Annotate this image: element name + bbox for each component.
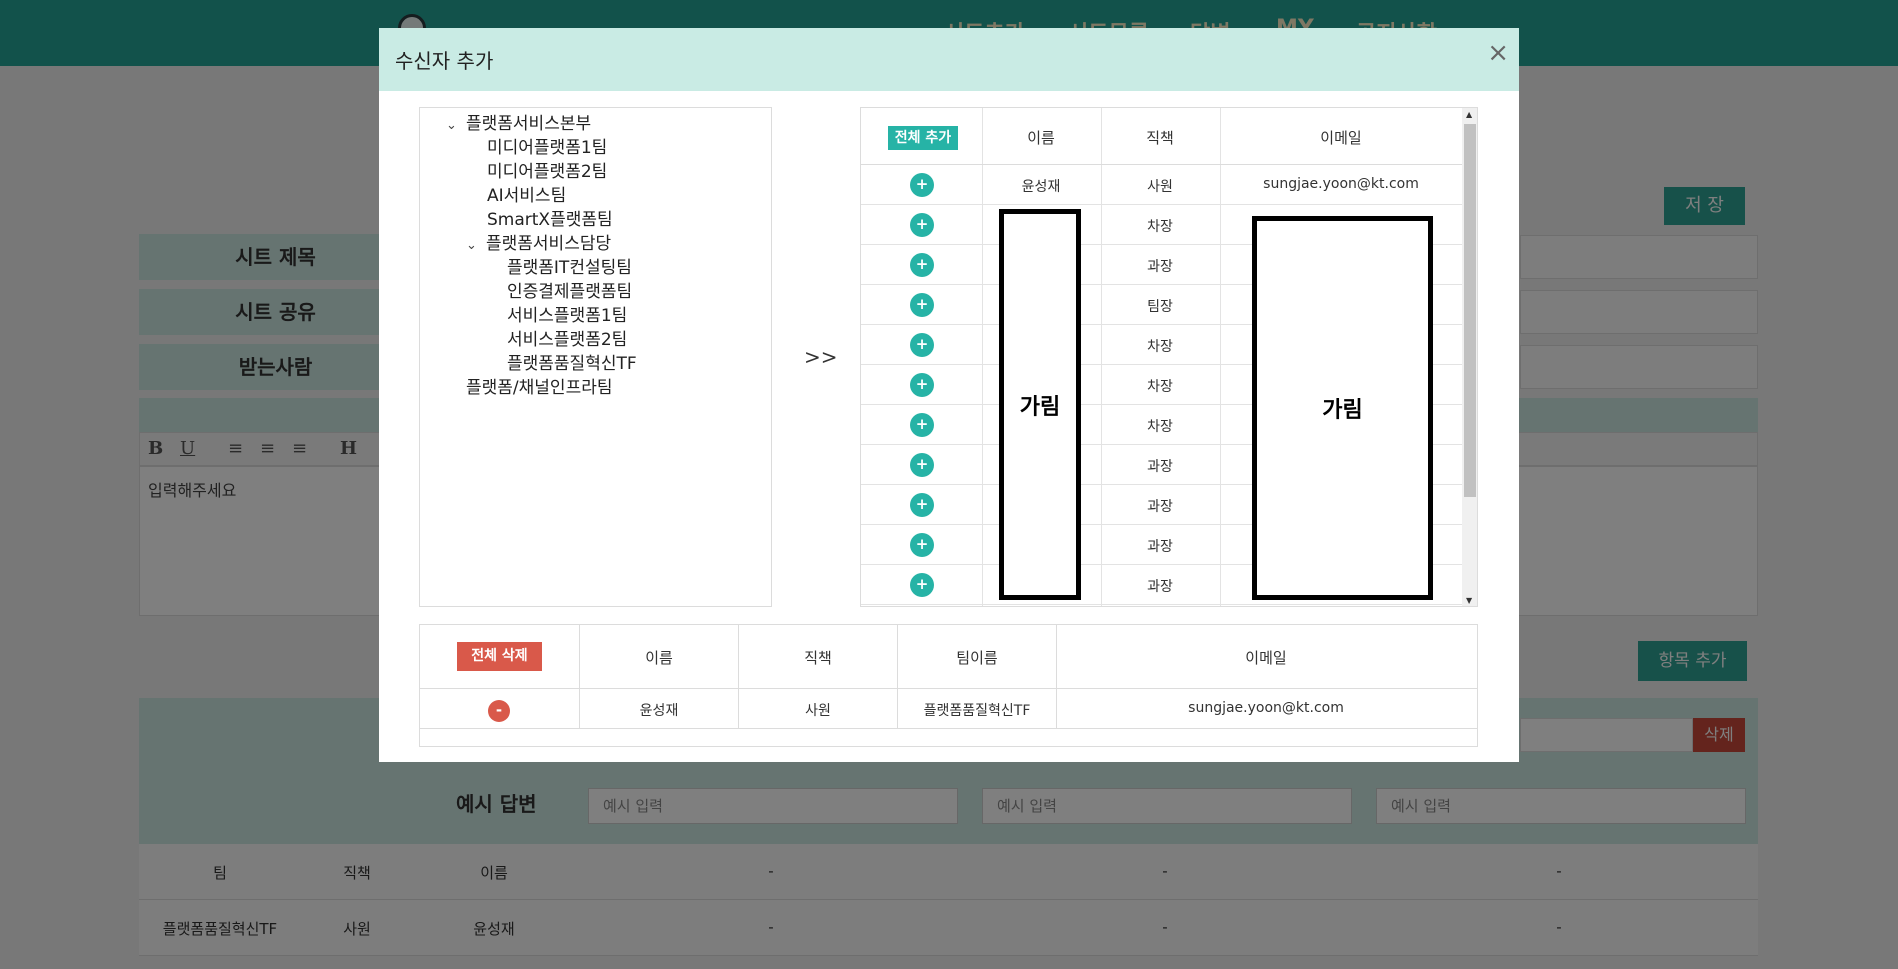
tree-node-smartx-platform[interactable]: SmartX플랫폼팀 <box>487 205 613 230</box>
add-all-button[interactable]: 전체 추가 <box>888 126 958 150</box>
candidate-email: sungjae.yoon@kt.com <box>1263 176 1419 192</box>
candidate-header-row: 전체 추가 이름 직책 이메일 <box>861 108 1462 165</box>
candidate-position: 과장 <box>1147 499 1173 515</box>
add-recipient-button[interactable]: + <box>910 573 934 597</box>
candidate-position: 차장 <box>1147 339 1173 355</box>
tree-node-platform-it-consulting[interactable]: 플랫폼IT컨설팅팀 <box>507 253 632 278</box>
add-recipient-button[interactable]: + <box>910 533 934 557</box>
add-recipient-button[interactable]: + <box>910 493 934 517</box>
selected-recipients-table: 전체 삭제 이름 직책 팀이름 이메일 - 윤성재 사원 플랫폼품질혁신TF s… <box>419 624 1478 747</box>
candidate-row: + 윤성재 사원 sungjae.yoon@kt.com <box>861 165 1462 205</box>
tree-node-media-platform-2[interactable]: 미디어플랫폼2팀 <box>487 157 607 182</box>
add-recipient-button[interactable]: + <box>910 293 934 317</box>
add-recipient-button[interactable]: + <box>910 213 934 237</box>
tree-node-platform-channel-infra[interactable]: 플랫폼/채널인프라팀 <box>466 373 613 398</box>
close-icon[interactable]: × <box>1487 38 1509 68</box>
scroll-thumb[interactable] <box>1464 124 1476 497</box>
org-tree: ⌄ 플랫폼서비스본부 미디어플랫폼1팀 미디어플랫폼2팀 AI서비스팀 Smart… <box>419 107 772 607</box>
selected-team: 플랫폼품질혁신TF <box>923 703 1031 719</box>
candidate-position: 과장 <box>1147 459 1173 475</box>
delete-all-button[interactable]: 전체 삭제 <box>457 642 542 671</box>
candidate-position: 차장 <box>1147 379 1173 395</box>
tree-node-media-platform-1[interactable]: 미디어플랫폼1팀 <box>487 133 607 158</box>
chevron-down-icon[interactable]: ⌄ <box>466 238 480 253</box>
candidate-position: 차장 <box>1147 419 1173 435</box>
add-recipient-button[interactable]: + <box>910 413 934 437</box>
candidate-position: 과장 <box>1147 539 1173 555</box>
modal-title: 수신자 추가 <box>395 49 494 73</box>
selected-email: sungjae.yoon@kt.com <box>1188 700 1344 716</box>
candidate-position: 사원 <box>1147 179 1173 195</box>
add-recipient-button[interactable]: + <box>910 333 934 357</box>
selected-row: - 윤성재 사원 플랫폼품질혁신TF sungjae.yoon@kt.com <box>420 689 1477 729</box>
candidate-header-email: 이메일 <box>1320 129 1362 147</box>
candidate-position: 과장 <box>1147 579 1173 595</box>
selected-header-name: 이름 <box>645 649 673 667</box>
selected-header-position: 직책 <box>804 649 832 667</box>
redaction-box-names: 가림 <box>999 209 1081 600</box>
tree-node-ai-service[interactable]: AI서비스팀 <box>487 181 566 206</box>
candidate-scrollbar[interactable]: ▲ ▼ <box>1462 108 1477 606</box>
tree-node-auth-payment-platform[interactable]: 인증결제플랫폼팀 <box>507 277 632 302</box>
tree-node-platform-service-division[interactable]: ⌄ 플랫폼서비스담당 <box>466 229 611 254</box>
selected-header-team: 팀이름 <box>956 649 998 667</box>
tree-node-platform-service-hq[interactable]: ⌄ 플랫폼서비스본부 <box>446 109 591 134</box>
redaction-box-emails: 가림 <box>1252 216 1433 600</box>
add-recipient-button[interactable]: + <box>910 253 934 277</box>
candidate-name: 윤성재 <box>1021 179 1061 195</box>
chevron-down-icon[interactable]: ⌄ <box>446 118 460 133</box>
selected-header-row: 전체 삭제 이름 직책 팀이름 이메일 <box>420 625 1477 689</box>
candidate-table: 전체 추가 이름 직책 이메일 + 윤성재 사원 sungjae.yoon@kt… <box>860 107 1478 607</box>
candidate-position: 팀장 <box>1147 299 1173 315</box>
selected-position: 사원 <box>805 703 831 719</box>
candidate-header-position: 직책 <box>1146 129 1174 147</box>
add-recipient-modal: 수신자 추가 × ⌄ 플랫폼서비스본부 미디어플랫폼1팀 미디어플랫폼2팀 AI서… <box>379 28 1519 762</box>
scroll-down-icon[interactable]: ▼ <box>1466 596 1472 605</box>
add-recipient-button[interactable]: + <box>910 453 934 477</box>
tree-node-platform-quality-tf[interactable]: 플랫폼품질혁신TF <box>507 349 637 374</box>
candidate-header-name: 이름 <box>1027 129 1055 147</box>
add-recipient-button[interactable]: + <box>910 373 934 397</box>
selected-name: 윤성재 <box>639 703 679 719</box>
remove-recipient-button[interactable]: - <box>488 700 510 722</box>
add-recipient-button[interactable]: + <box>910 173 934 197</box>
modal-header: 수신자 추가 × <box>379 28 1519 91</box>
candidate-position: 과장 <box>1147 259 1173 275</box>
candidate-position: 차장 <box>1147 219 1173 235</box>
tree-node-service-platform-1[interactable]: 서비스플랫폼1팀 <box>507 301 627 326</box>
tree-node-service-platform-2[interactable]: 서비스플랫폼2팀 <box>507 325 627 350</box>
move-right-button[interactable]: >> <box>804 345 838 369</box>
selected-header-email: 이메일 <box>1245 649 1287 667</box>
scroll-up-icon[interactable]: ▲ <box>1466 110 1472 119</box>
